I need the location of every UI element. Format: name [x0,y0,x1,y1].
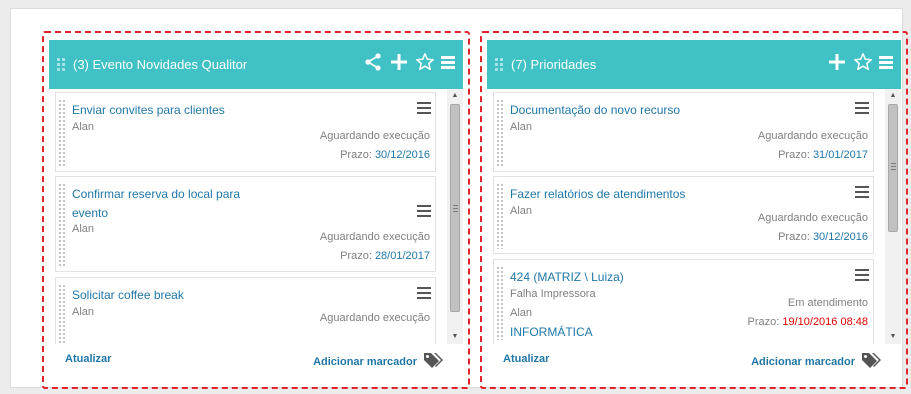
task-category: Falha Impressora [510,288,596,300]
task-title-link[interactable]: Fazer relatórios de atendimentos [510,185,770,204]
due-label: Prazo: [340,149,372,161]
card-menu-icon[interactable] [855,102,869,114]
task-card[interactable]: Documentação do novo recurso Alan Aguard… [493,92,874,172]
due-date: 31/01/2017 [812,149,868,161]
card-menu-icon[interactable] [417,287,431,299]
card-drag-handle[interactable] [496,183,504,249]
widget-header: (3) Evento Novidades Qualitor [49,40,463,89]
due-date: 30/12/2016 [374,149,430,161]
task-user: Alan [72,121,95,133]
widget-header: (7) Prioridades [487,40,901,89]
task-title-link[interactable]: Enviar convites para clientes [72,101,272,120]
drag-handle-icon[interactable] [57,58,67,74]
scroll-up-arrow[interactable]: ▲ [447,89,463,103]
due-label: Prazo: [778,231,810,243]
card-menu-icon[interactable] [855,269,869,281]
due-date: 30/12/2016 [812,231,868,243]
card-menu-icon[interactable] [417,205,431,217]
task-user: Alan [510,121,533,133]
task-status: Aguardando execução [757,130,868,142]
task-user: Alan [510,307,533,319]
refresh-link[interactable]: Atualizar [503,353,549,365]
task-title-link[interactable]: 424 (MATRIZ \ Luiza) [510,268,770,287]
task-department: INFORMÁTICA [510,325,593,339]
widget-count: (3) [73,57,89,72]
tag-icon[interactable] [423,352,443,370]
task-due: Prazo: 30/12/2016 [778,231,868,243]
task-list: Enviar convites para clientes Alan Aguar… [49,89,447,344]
due-label: Prazo: [778,149,810,161]
refresh-link[interactable]: Atualizar [65,353,111,365]
task-due: Prazo: 28/01/2017 [340,250,430,262]
task-user: Alan [510,205,533,217]
plus-icon[interactable] [389,52,409,72]
card-drag-handle[interactable] [58,183,66,267]
task-card[interactable]: Fazer relatórios de atendimentos Alan Ag… [493,176,874,254]
due-label: Prazo: [340,250,372,262]
card-drag-handle[interactable] [496,99,504,167]
list-scrollbar[interactable]: ▲ ▼ [447,89,463,344]
due-date-overdue: 19/10/2016 08:48 [782,316,868,328]
task-due: Prazo: 19/10/2016 08:48 [748,316,869,328]
task-due: Prazo: 30/12/2016 [340,149,430,161]
task-user: Alan [72,306,95,318]
task-card[interactable]: 424 (MATRIZ \ Luiza) Falha Impressora Al… [493,259,874,344]
task-list: Documentação do novo recurso Alan Aguard… [487,89,885,344]
widget-frame-evento: (3) Evento Novidades Qualitor Enviar con… [42,31,470,389]
widget-title-text: Prioridades [530,57,597,72]
scroll-thumb[interactable] [888,104,898,232]
dashboard-canvas: (3) Evento Novidades Qualitor Enviar con… [10,8,908,389]
card-drag-handle[interactable] [58,99,66,167]
share-icon[interactable] [363,52,383,72]
task-card[interactable]: Solicitar coffee break Alan Aguardando e… [55,277,436,344]
add-bookmark-link[interactable]: Adicionar marcador [313,356,417,368]
widget-evento-novidades: (3) Evento Novidades Qualitor Enviar con… [49,40,463,368]
task-status: Aguardando execução [757,212,868,224]
task-card[interactable]: Confirmar reserva do local para evento A… [55,176,436,272]
task-status: Em atendimento [787,297,868,309]
task-status: Aguardando execução [319,312,430,324]
due-label: Prazo: [747,316,780,328]
task-title-link[interactable]: Solicitar coffee break [72,286,272,305]
add-bookmark-link[interactable]: Adicionar marcador [751,356,855,368]
star-icon[interactable] [415,52,435,72]
card-drag-handle[interactable] [58,284,66,344]
star-icon[interactable] [853,52,873,72]
scroll-down-arrow[interactable]: ▼ [447,330,463,344]
card-menu-icon[interactable] [417,102,431,114]
menu-icon[interactable] [879,52,893,72]
task-card[interactable]: Enviar convites para clientes Alan Aguar… [55,92,436,172]
task-due: Prazo: 31/01/2017 [778,149,868,161]
drag-handle-icon[interactable] [495,58,505,74]
card-menu-icon[interactable] [855,186,869,198]
list-scrollbar[interactable]: ▲ ▼ [885,89,901,344]
scroll-down-arrow[interactable]: ▼ [885,330,901,344]
task-title-link[interactable]: Documentação do novo recurso [510,101,770,120]
widget-count: (7) [511,57,527,72]
widget-footer: Atualizar Adicionar marcador [487,344,901,372]
task-user: Alan [72,223,95,235]
scroll-thumb[interactable] [450,104,460,312]
widget-prioridades: (7) Prioridades Documentação do novo rec… [487,40,901,368]
card-drag-handle[interactable] [496,266,504,340]
tag-icon[interactable] [861,352,881,370]
scroll-up-arrow[interactable]: ▲ [885,89,901,103]
due-date: 28/01/2017 [374,250,430,262]
task-title-link[interactable]: Confirmar reserva do local para evento [72,185,272,223]
plus-icon[interactable] [827,52,847,72]
menu-icon[interactable] [441,52,455,72]
widget-frame-prioridades: (7) Prioridades Documentação do novo rec… [480,31,908,389]
widget-title: (7) Prioridades [511,57,596,72]
widget-title-text: Evento Novidades Qualitor [92,57,248,72]
widget-title: (3) Evento Novidades Qualitor [73,57,247,72]
task-status: Aguardando execução [319,130,430,142]
widget-footer: Atualizar Adicionar marcador [49,344,463,372]
task-status: Aguardando execução [319,231,430,243]
